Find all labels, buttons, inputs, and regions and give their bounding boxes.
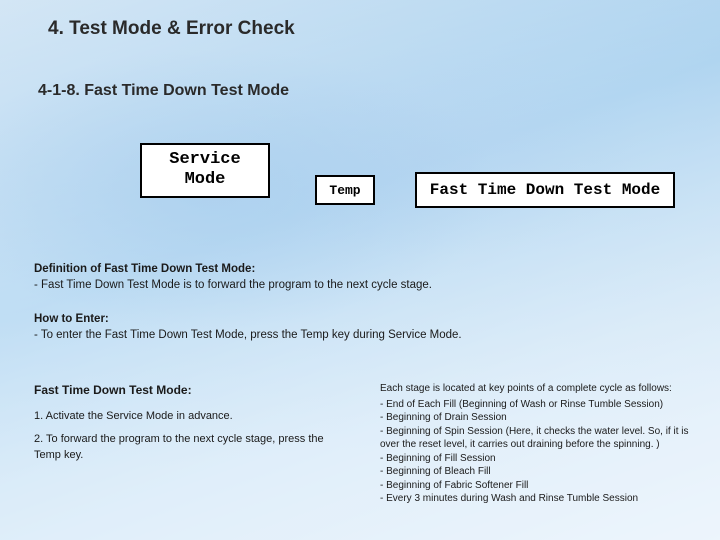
definition-block: Definition of Fast Time Down Test Mode: … bbox=[34, 262, 432, 293]
step-2: 2. To forward the program to the next cy… bbox=[34, 432, 344, 463]
stage-item: - Beginning of Spin Session (Here, it ch… bbox=[380, 425, 700, 452]
stage-item: - Beginning of Drain Session bbox=[380, 411, 700, 425]
step-1: 1. Activate the Service Mode in advance. bbox=[34, 409, 344, 424]
box-temp-key: Temp bbox=[315, 175, 375, 205]
right-column: Each stage is located at key points of a… bbox=[380, 382, 700, 506]
left-heading: Fast Time Down Test Mode: bbox=[34, 382, 344, 399]
definition-heading: Definition of Fast Time Down Test Mode: bbox=[34, 263, 255, 275]
left-column: Fast Time Down Test Mode: 1. Activate th… bbox=[34, 382, 344, 471]
howto-body: - To enter the Fast Time Down Test Mode,… bbox=[34, 329, 462, 341]
howto-block: How to Enter: - To enter the Fast Time D… bbox=[34, 312, 462, 343]
definition-body: - Fast Time Down Test Mode is to forward… bbox=[34, 279, 432, 291]
stage-item: - Beginning of Bleach Fill bbox=[380, 465, 700, 479]
box-fast-time-down: Fast Time Down Test Mode bbox=[415, 172, 675, 208]
stage-item: - Beginning of Fabric Softener Fill bbox=[380, 479, 700, 493]
stage-item: - Every 3 minutes during Wash and Rinse … bbox=[380, 492, 700, 506]
box-service-mode: Service Mode bbox=[140, 143, 270, 198]
stage-item: - End of Each Fill (Beginning of Wash or… bbox=[380, 398, 700, 412]
right-intro: Each stage is located at key points of a… bbox=[380, 382, 700, 396]
page-main-title: 4. Test Mode & Error Check bbox=[48, 18, 295, 40]
howto-heading: How to Enter: bbox=[34, 313, 109, 325]
stage-item: - Beginning of Fill Session bbox=[380, 452, 700, 466]
page-subsection-title: 4-1-8. Fast Time Down Test Mode bbox=[38, 82, 289, 100]
